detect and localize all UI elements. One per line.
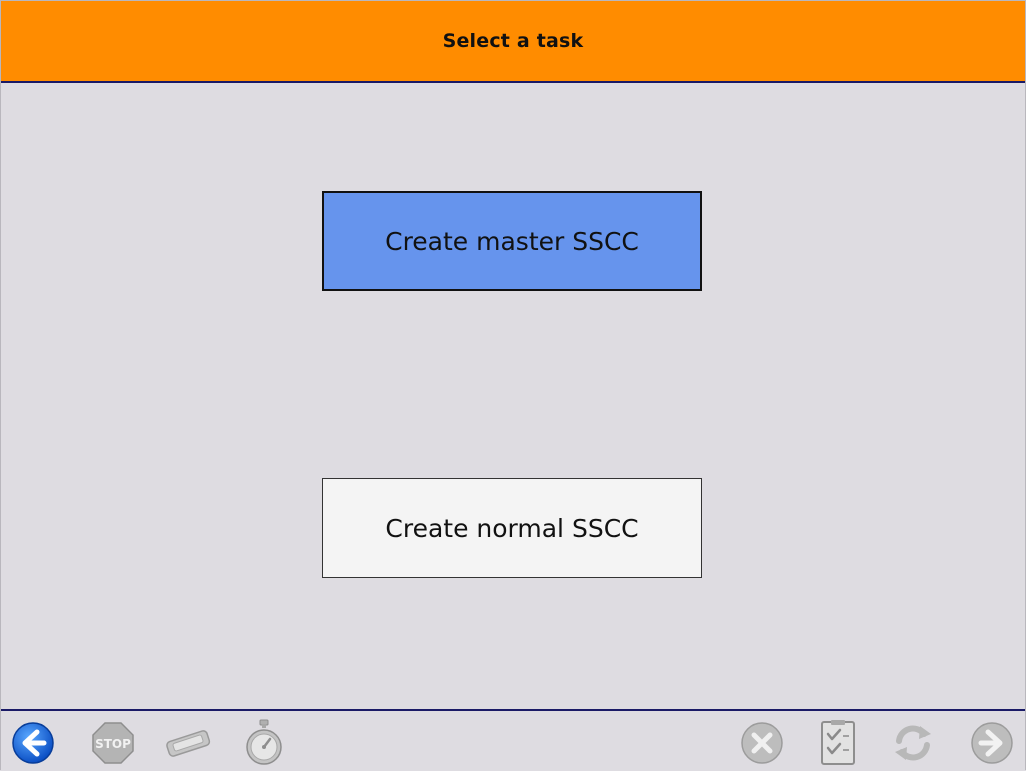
header-bar: Select a task (1, 1, 1025, 83)
scanner-button[interactable] (164, 721, 212, 765)
page-title: Select a task (442, 30, 584, 52)
checklist-button[interactable] (816, 719, 860, 767)
refresh-icon (891, 721, 935, 765)
forward-arrow-icon (970, 721, 1014, 765)
stop-sign-text: STOP (95, 737, 131, 751)
checklist-icon (816, 719, 860, 767)
stop-sign-icon: STOP (91, 721, 135, 765)
stopwatch-icon (242, 719, 286, 767)
stop-button[interactable]: STOP (91, 721, 135, 765)
scanner-icon (164, 721, 212, 765)
stopwatch-button[interactable] (242, 719, 286, 767)
create-normal-sscc-button[interactable]: Create normal SSCC (322, 478, 702, 578)
cancel-icon (740, 721, 784, 765)
cancel-button[interactable] (740, 721, 784, 765)
refresh-button[interactable] (891, 721, 935, 765)
back-button[interactable] (11, 721, 55, 765)
create-master-sscc-button[interactable]: Create master SSCC (322, 191, 702, 291)
bottom-toolbar: STOP (1, 709, 1025, 771)
forward-button[interactable] (970, 721, 1014, 765)
app-window: Select a task Create master SSCC Create … (0, 0, 1026, 771)
back-arrow-icon (11, 721, 55, 765)
